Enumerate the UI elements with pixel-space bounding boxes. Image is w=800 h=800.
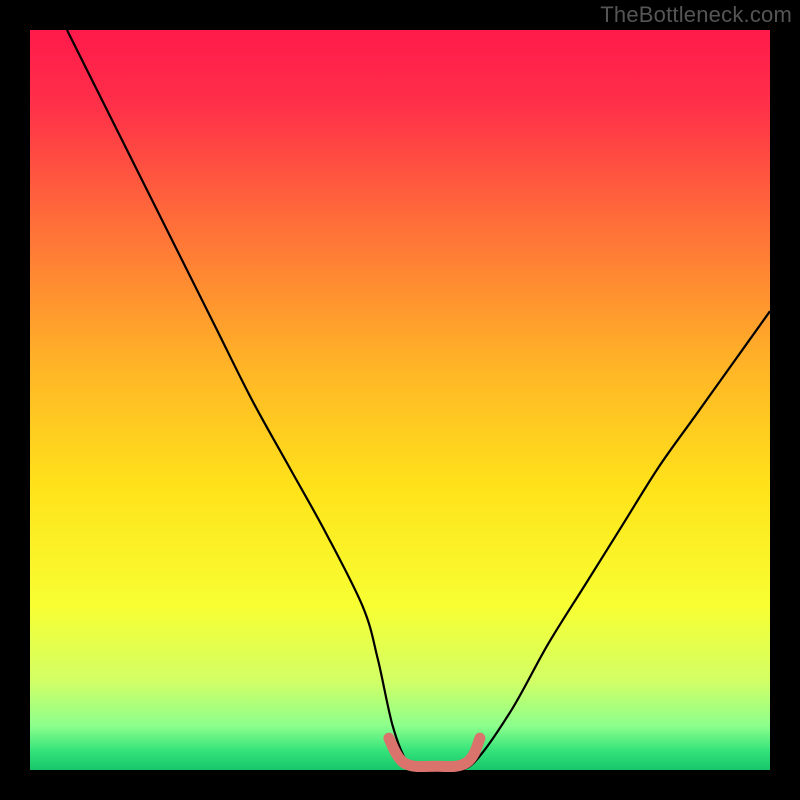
watermark-text: TheBottleneck.com (600, 2, 792, 28)
plot-background (30, 30, 770, 770)
bottleneck-chart (0, 0, 800, 800)
chart-frame: TheBottleneck.com (0, 0, 800, 800)
